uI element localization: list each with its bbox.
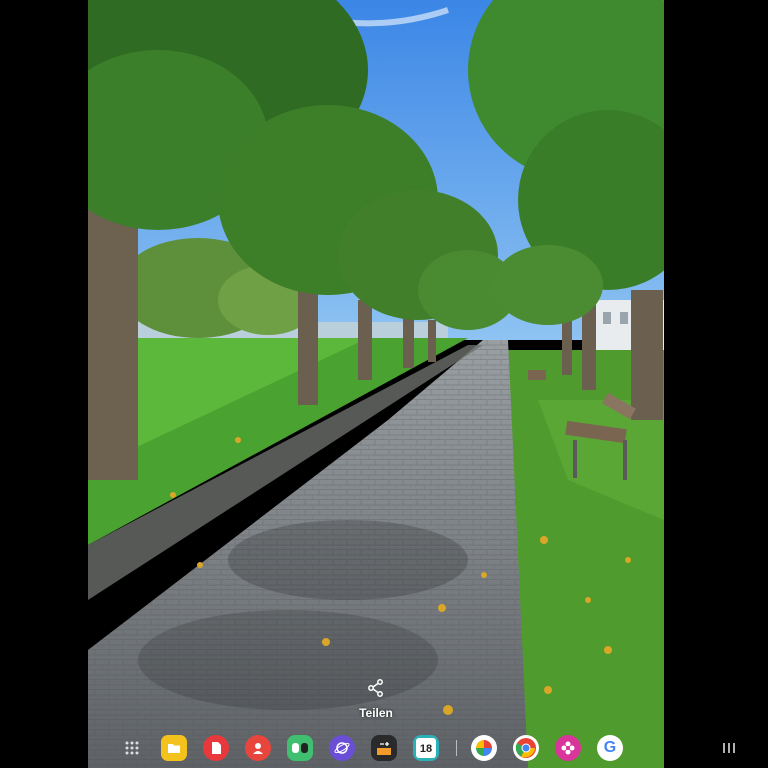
photos-app[interactable] xyxy=(471,735,497,761)
folder-icon xyxy=(168,744,180,753)
taskbar-dock: 18 G xyxy=(0,732,768,764)
contacts-app[interactable] xyxy=(245,735,271,761)
share-button[interactable]: Teilen xyxy=(350,678,402,722)
notes-app[interactable] xyxy=(203,735,229,761)
calculator-icon xyxy=(377,742,391,755)
note-icon xyxy=(212,742,221,754)
calendar-app[interactable]: 18 xyxy=(413,735,439,761)
game-launcher-app[interactable] xyxy=(287,735,313,761)
calendar-icon: 18 xyxy=(416,738,436,758)
chrome-app[interactable] xyxy=(513,735,539,761)
pinwheel-icon xyxy=(476,740,492,756)
share-label: Teilen xyxy=(359,706,393,720)
my-files-app[interactable] xyxy=(161,735,187,761)
google-app[interactable]: G xyxy=(597,735,623,761)
dock-separator xyxy=(456,740,457,756)
flower-icon xyxy=(561,741,575,755)
gamepad-icon xyxy=(292,743,308,753)
gallery-app[interactable] xyxy=(555,735,581,761)
apps-grid-icon[interactable] xyxy=(124,740,140,756)
recents-icon[interactable] xyxy=(720,740,738,756)
photo-view[interactable] xyxy=(88,0,664,768)
planet-icon xyxy=(334,742,350,754)
share-icon xyxy=(368,679,383,697)
google-g-icon: G xyxy=(603,739,617,756)
chrome-icon xyxy=(515,738,536,758)
internet-app[interactable] xyxy=(329,735,355,761)
calculator-app[interactable] xyxy=(371,735,397,761)
contact-icon xyxy=(253,743,263,754)
